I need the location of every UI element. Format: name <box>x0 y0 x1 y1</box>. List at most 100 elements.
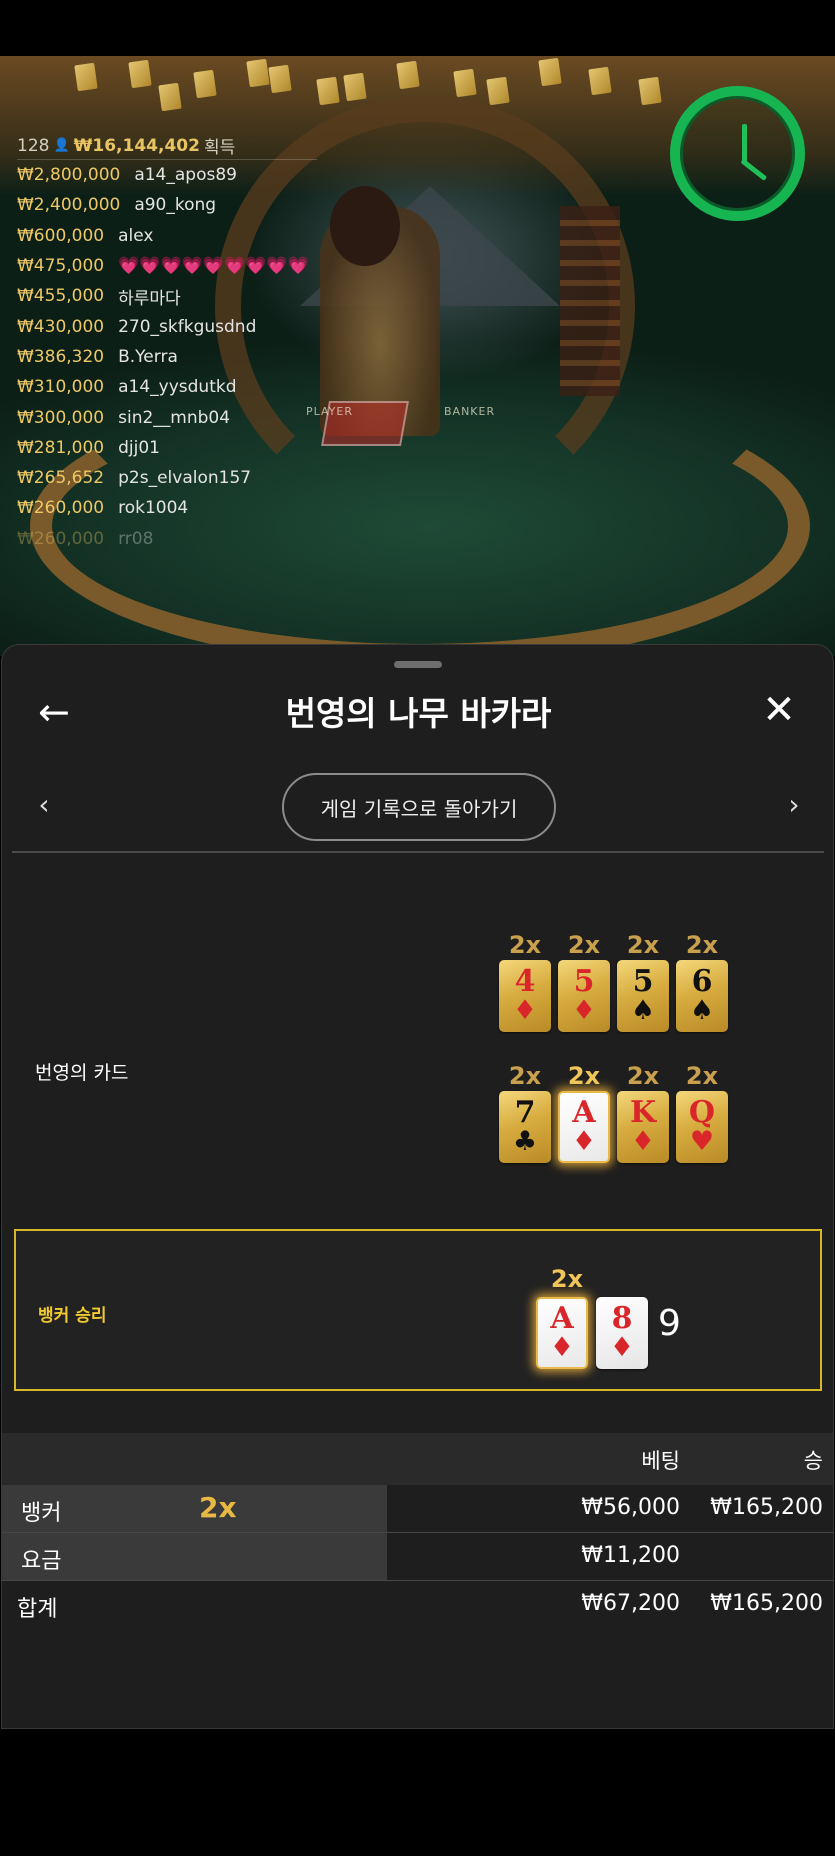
gold-leaf-decoration <box>246 58 270 88</box>
winner-row: ₩310,000 a14_yysdutkd <box>17 372 317 402</box>
dealer-head <box>330 186 400 266</box>
winner-amount: ₩281,000 <box>17 437 105 458</box>
winner-name: rok1004 <box>118 498 189 519</box>
winner-row: ₩455,000 하루마다 <box>17 281 317 311</box>
bet-row: 요금 ₩11,200 <box>2 1533 833 1581</box>
bet-row-label: 요금 <box>21 1549 62 1574</box>
lucky-card-slot: 2x 5 ♠ <box>617 930 669 1032</box>
card-multiplier: 2x <box>685 1062 719 1090</box>
bet-row-amount: ₩11,200 <box>581 1543 680 1568</box>
card-rank: 7 <box>514 1095 536 1130</box>
card-rank: Q <box>688 1095 716 1130</box>
bet-row-label: 뱅커 <box>21 1501 62 1526</box>
winner-amount: ₩386,320 <box>17 346 105 367</box>
result-multiplier: 2x <box>550 1265 584 1293</box>
winner-name: a90_kong <box>134 195 217 216</box>
winner-name: B.Yerra <box>118 346 178 367</box>
winner-name: p2s_elvalon157 <box>118 468 252 489</box>
bet-total-row: 합계 ₩67,200 ₩165,200 <box>2 1581 833 1629</box>
clock-icon <box>670 86 805 221</box>
winner-rows: ₩2,800,000 a14_apos89 ₩2,400,000 a90_kong ₩6… <box>17 160 317 554</box>
lucky-cards-row: 2x 4 ♦ 2x 5 ♦ 2x 5 ♠ 2x 6 ♠ <box>499 930 728 1032</box>
playing-card: 4 ♦ <box>499 960 551 1032</box>
card-rank: A <box>572 1095 596 1130</box>
card-rank: A <box>550 1301 574 1336</box>
lucky-card-slot: 2x 4 ♦ <box>499 930 551 1032</box>
sheet-title: 번영의 나무 바카라 <box>285 694 552 733</box>
card-rank: 5 <box>632 964 654 999</box>
winner-amount: ₩260,000 <box>17 528 105 549</box>
winners-total-suffix: 획득 <box>203 138 236 158</box>
card-multiplier: 2x <box>685 931 719 959</box>
person-icon: 👤 <box>53 138 70 153</box>
chevron-left-icon[interactable]: ‹ <box>29 790 59 820</box>
winner-row: ₩265,652 p2s_elvalon157 <box>17 463 317 493</box>
winner-count: 128 <box>17 135 50 156</box>
gold-leaf-decoration <box>588 66 612 96</box>
winner-amount: ₩300,000 <box>17 407 105 428</box>
total-bet: ₩67,200 <box>581 1591 680 1616</box>
card-rank: 4 <box>514 964 536 999</box>
result-cards: A ♦ 8 ♦ <box>536 1297 648 1369</box>
winner-name: 하루마다 <box>118 288 181 309</box>
bet-row-win: ₩165,200 <box>710 1495 823 1520</box>
card-rank: 6 <box>691 964 713 999</box>
winner-name: 270_skfkgusdnd <box>118 316 257 337</box>
card-suit: ♠ <box>689 995 715 1026</box>
bet-row-amount: ₩56,000 <box>581 1495 680 1520</box>
lucky-card-slot: 2x Q ♥ <box>676 1061 728 1163</box>
playing-card: 5 ♠ <box>617 960 669 1032</box>
card-multiplier: 2x <box>567 1062 601 1090</box>
winner-name: 💗💗💗💗💗💗💗💗💗 <box>118 256 309 277</box>
gold-leaf-decoration <box>343 72 367 102</box>
winner-row: ₩386,320 B.Yerra <box>17 342 317 372</box>
card-suit: ♣ <box>512 1126 538 1157</box>
card-suit: ♦ <box>609 1332 635 1363</box>
winner-name: sin2__mnb04 <box>118 407 231 428</box>
back-to-history-button[interactable]: 게임 기록으로 돌아가기 <box>282 773 556 841</box>
winner-amount: ₩475,000 <box>17 256 105 277</box>
gold-leaf-decoration <box>486 76 510 106</box>
lucky-cards-row: 2x 7 ♣ 2x A ♦ 2x K ♦ 2x Q ♥ <box>499 1061 728 1163</box>
gold-leaf-decoration <box>638 76 662 106</box>
header-divider <box>12 851 824 853</box>
gold-leaf-decoration <box>268 64 292 94</box>
lucky-cards-label: 번영의 카드 <box>35 1062 129 1084</box>
card-multiplier: 2x <box>508 1062 542 1090</box>
winners-header: 128 👤 ₩16,144,402 획득 <box>17 132 317 160</box>
result-score: 9 <box>658 1303 681 1344</box>
gold-leaf-decoration <box>128 59 152 89</box>
card-suit: ♠ <box>630 995 656 1026</box>
winner-row: ₩2,400,000 a90_kong <box>17 190 317 220</box>
card-rank: K <box>629 1095 657 1130</box>
winner-amount: ₩310,000 <box>17 377 105 398</box>
winners-total: ₩16,144,402 <box>73 135 200 156</box>
bet-row-multiplier: 2x <box>199 1491 237 1524</box>
lucky-card-slot: 2x K ♦ <box>617 1061 669 1163</box>
gold-leaf-decoration <box>396 60 420 90</box>
playing-card: A ♦ <box>558 1091 610 1163</box>
card-rank: 8 <box>611 1301 633 1336</box>
winner-amount: ₩600,000 <box>17 225 105 246</box>
chevron-right-icon[interactable]: › <box>779 790 809 820</box>
gold-leaf-decoration <box>193 69 217 99</box>
playing-card: 7 ♣ <box>499 1091 551 1163</box>
winners-list: 128 👤 ₩16,144,402 획득 ₩2,800,000 a14_apos8… <box>17 132 317 554</box>
lucky-card-slot: 2x A ♦ <box>558 1061 610 1163</box>
bet-summary-table: 베팅 승 뱅커 2x ₩56,000 ₩165,200 요금 ₩11,200 합… <box>2 1433 833 1629</box>
lucky-card-slot: 2x 7 ♣ <box>499 1061 551 1163</box>
lucky-card-slot: 2x 5 ♦ <box>558 930 610 1032</box>
winner-row: ₩260,000 rok1004 <box>17 493 317 523</box>
gold-leaf-decoration <box>158 82 182 112</box>
column-win: 승 <box>803 1449 823 1473</box>
card-suit: ♦ <box>571 1126 597 1157</box>
close-icon[interactable]: ✕ <box>758 689 800 731</box>
round-detail-sheet: ← 번영의 나무 바카라 ✕ ‹ 게임 기록으로 돌아가기 › 번영의 카드 2… <box>1 644 834 1729</box>
card-suit: ♦ <box>571 995 597 1026</box>
lucky-card-slot: 2x 6 ♠ <box>676 930 728 1032</box>
card-rank: 5 <box>573 964 595 999</box>
gold-leaf-decoration <box>538 57 562 87</box>
gold-leaf-decoration <box>316 76 340 106</box>
pagoda-backdrop <box>560 206 620 396</box>
sheet-drag-handle[interactable] <box>394 661 442 668</box>
